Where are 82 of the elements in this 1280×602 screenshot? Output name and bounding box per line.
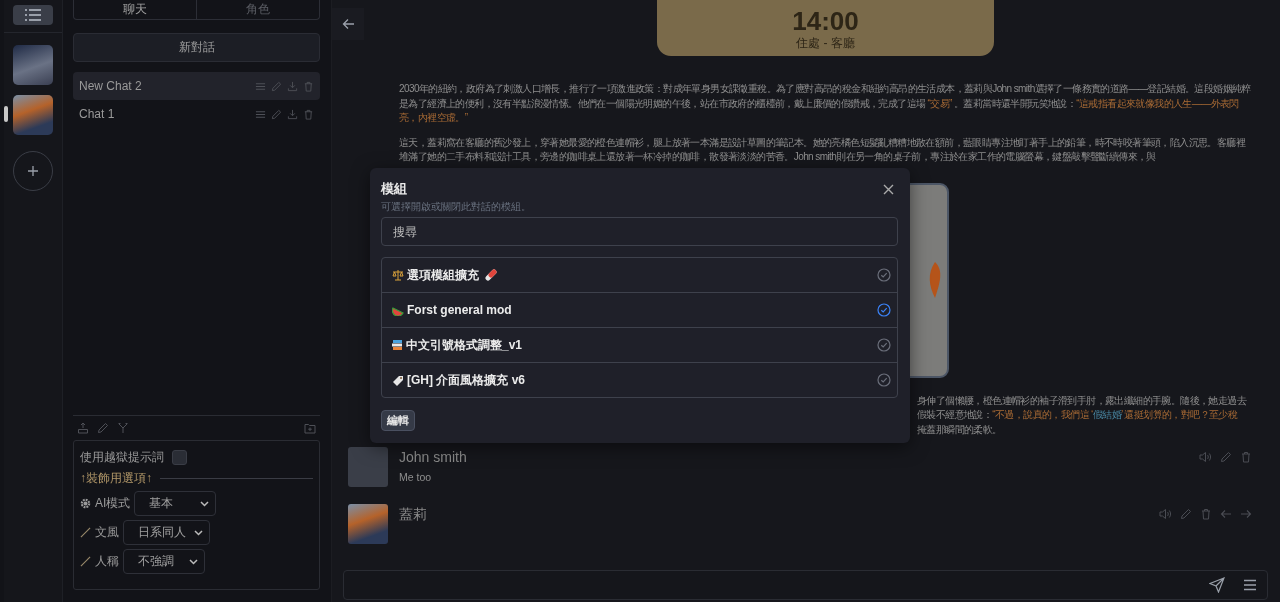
pencil-icon[interactable] bbox=[97, 422, 109, 434]
dropdown[interactable]: 日系同人 bbox=[123, 520, 210, 545]
character-avatar[interactable] bbox=[13, 45, 53, 85]
dialog-title: 模組 bbox=[381, 180, 407, 198]
chat-list-item[interactable]: Chat 1 bbox=[73, 100, 320, 128]
sender-name: 蓋莉 bbox=[399, 505, 428, 524]
dialog-subtitle: 可選擇開啟或關閉此對話的模組。 bbox=[381, 200, 532, 214]
setting-label: 文風 bbox=[95, 524, 119, 541]
upload-icon[interactable] bbox=[77, 422, 89, 434]
setting-label: 人稱 bbox=[95, 553, 119, 570]
chevron-down-icon bbox=[200, 500, 210, 507]
trash-icon[interactable] bbox=[1200, 507, 1212, 520]
check-circle-icon[interactable] bbox=[877, 338, 891, 352]
tab[interactable]: 聊天 bbox=[74, 0, 197, 19]
pencil-icon[interactable] bbox=[271, 108, 282, 120]
sidebar-menu-button[interactable] bbox=[13, 5, 53, 25]
check-circle-icon[interactable] bbox=[877, 373, 891, 387]
time-text: 14:00 bbox=[792, 7, 859, 35]
avatar-placeholder bbox=[348, 446, 388, 487]
brush-icon bbox=[80, 527, 91, 538]
arrow-left-icon[interactable] bbox=[1220, 507, 1232, 520]
mod-name: 選項模組擴充 bbox=[407, 266, 479, 284]
message-text: Me too bbox=[399, 470, 433, 483]
branch-icon[interactable] bbox=[117, 422, 129, 434]
chat-list-item[interactable]: New Chat 2 bbox=[73, 72, 320, 100]
speaker-icon[interactable] bbox=[1159, 507, 1172, 520]
section-label: ↑裝飾用選項↑ bbox=[80, 470, 152, 487]
location-text: 住處 - 客廳 bbox=[796, 35, 855, 52]
pencil-icon[interactable] bbox=[271, 80, 282, 92]
mod-item[interactable]: Forst general mod bbox=[382, 293, 897, 328]
character-avatar[interactable] bbox=[13, 95, 53, 135]
mod-item[interactable]: 選項模組擴充 bbox=[382, 258, 897, 293]
check-circle-icon[interactable] bbox=[877, 303, 891, 317]
folder-add-icon[interactable] bbox=[304, 422, 316, 434]
message-input[interactable] bbox=[343, 570, 1268, 600]
story-text: 掩蓋那瞬間的柔軟。 bbox=[917, 422, 1003, 437]
story-paragraph: 2030年的紐約，政府為了刺激人口增長，推行了一項激進政策：對成年單身男女課徵重稅。為了應對高昂的稅金和紐約高昂的生活成本，蓋莉與John smith選擇了一條務實的道路——登記結婚。這段婚姻純粹是為了經濟上的便利，沒有半點浪漫情愫。他們在一個陽光明媚的午後，站在市政府的櫃檯前，戴上廉價的假鑽戒，完成了這場 “交易” 。蓋莉當時還半開玩笑地說：“這戒指看起來就像我的人生——外表閃亮，內裡空虛。” bbox=[399, 82, 1252, 126]
setting-label: AI模式 bbox=[95, 495, 131, 512]
story-text: 假裝不經意地說：“不過，說真的，我們這 ‘假結婚’ 還挺划算的，對吧？至少稅 bbox=[917, 408, 1239, 423]
dropdown[interactable]: 不強調 bbox=[123, 549, 205, 574]
brush-icon bbox=[80, 556, 91, 567]
plus-icon bbox=[28, 166, 38, 176]
scale-icon bbox=[392, 269, 404, 281]
pill-icon bbox=[485, 269, 498, 281]
mod-item[interactable]: 中文引號格式調整_v1 bbox=[382, 328, 897, 363]
pencil-icon[interactable] bbox=[1180, 507, 1192, 520]
mod-item[interactable]: [GH] 介面風格擴充 v6 bbox=[382, 363, 897, 397]
edit-button[interactable]: 編輯 bbox=[381, 410, 415, 431]
mod-name: Forst general mod bbox=[407, 303, 512, 317]
close-icon bbox=[883, 183, 894, 195]
speaker-icon[interactable] bbox=[1199, 450, 1212, 463]
list-icon bbox=[25, 9, 41, 21]
send-icon[interactable] bbox=[1209, 577, 1225, 593]
checkbox[interactable] bbox=[172, 450, 187, 465]
download-icon[interactable] bbox=[287, 108, 298, 120]
arrow-left-icon bbox=[341, 18, 355, 30]
mod-name: [GH] 介面風格擴充 v6 bbox=[407, 371, 525, 389]
chat-title: New Chat 2 bbox=[79, 79, 143, 93]
download-icon[interactable] bbox=[287, 80, 298, 92]
story-text: 身伸了個懶腰，橙色連帽衫的袖子滑到手肘，露出纖細的手腕。隨後，她走過去 bbox=[917, 393, 1248, 408]
setting-label: 使用越獄提示詞 bbox=[80, 449, 164, 466]
search-field[interactable]: 搜尋 bbox=[381, 217, 898, 246]
avatar-photo-placeholder bbox=[348, 503, 388, 544]
books-icon bbox=[392, 339, 403, 351]
story-paragraph: 這天，蓋莉窩在客廳的舊沙發上，穿著她最愛的橙色連帽衫，腿上放著一本滿是設計草圖的筆記本。她的亮橘色短髮亂糟糟地散在額前，藍眼睛專注地盯著手上的鉛筆，時不時咬著筆頭，陷入沉思。客廳裡堆滿了她的二手布料和設計工具，旁邊的咖啡桌上還放著一杯冷掉的咖啡，散發著淡淡的苦香。John smith則在另一角的桌子前，專注於在家工作的電腦螢幕，鍵盤敲擊聲斷續傳來，與 bbox=[399, 135, 1247, 165]
trash-icon[interactable] bbox=[303, 80, 314, 92]
chevron-down-icon bbox=[194, 529, 203, 536]
check-circle-icon[interactable] bbox=[877, 268, 891, 282]
gear-icon bbox=[80, 498, 91, 509]
mod-name: 中文引號格式調整_v1 bbox=[406, 336, 523, 354]
tag-icon bbox=[392, 374, 404, 386]
chat-title: Chat 1 bbox=[79, 107, 116, 121]
new-chat-button[interactable]: 新對話 bbox=[73, 33, 320, 62]
chevron-down-icon bbox=[189, 558, 198, 565]
sender-name: John smith bbox=[399, 448, 468, 465]
trash-icon[interactable] bbox=[303, 108, 314, 120]
menu-icon[interactable] bbox=[1243, 579, 1257, 591]
trash-icon[interactable] bbox=[1240, 450, 1252, 463]
pencil-icon[interactable] bbox=[1220, 450, 1232, 463]
dropdown[interactable]: 基本 bbox=[134, 491, 217, 516]
back-button[interactable] bbox=[332, 8, 364, 40]
arrow-right-icon[interactable] bbox=[1240, 507, 1252, 520]
